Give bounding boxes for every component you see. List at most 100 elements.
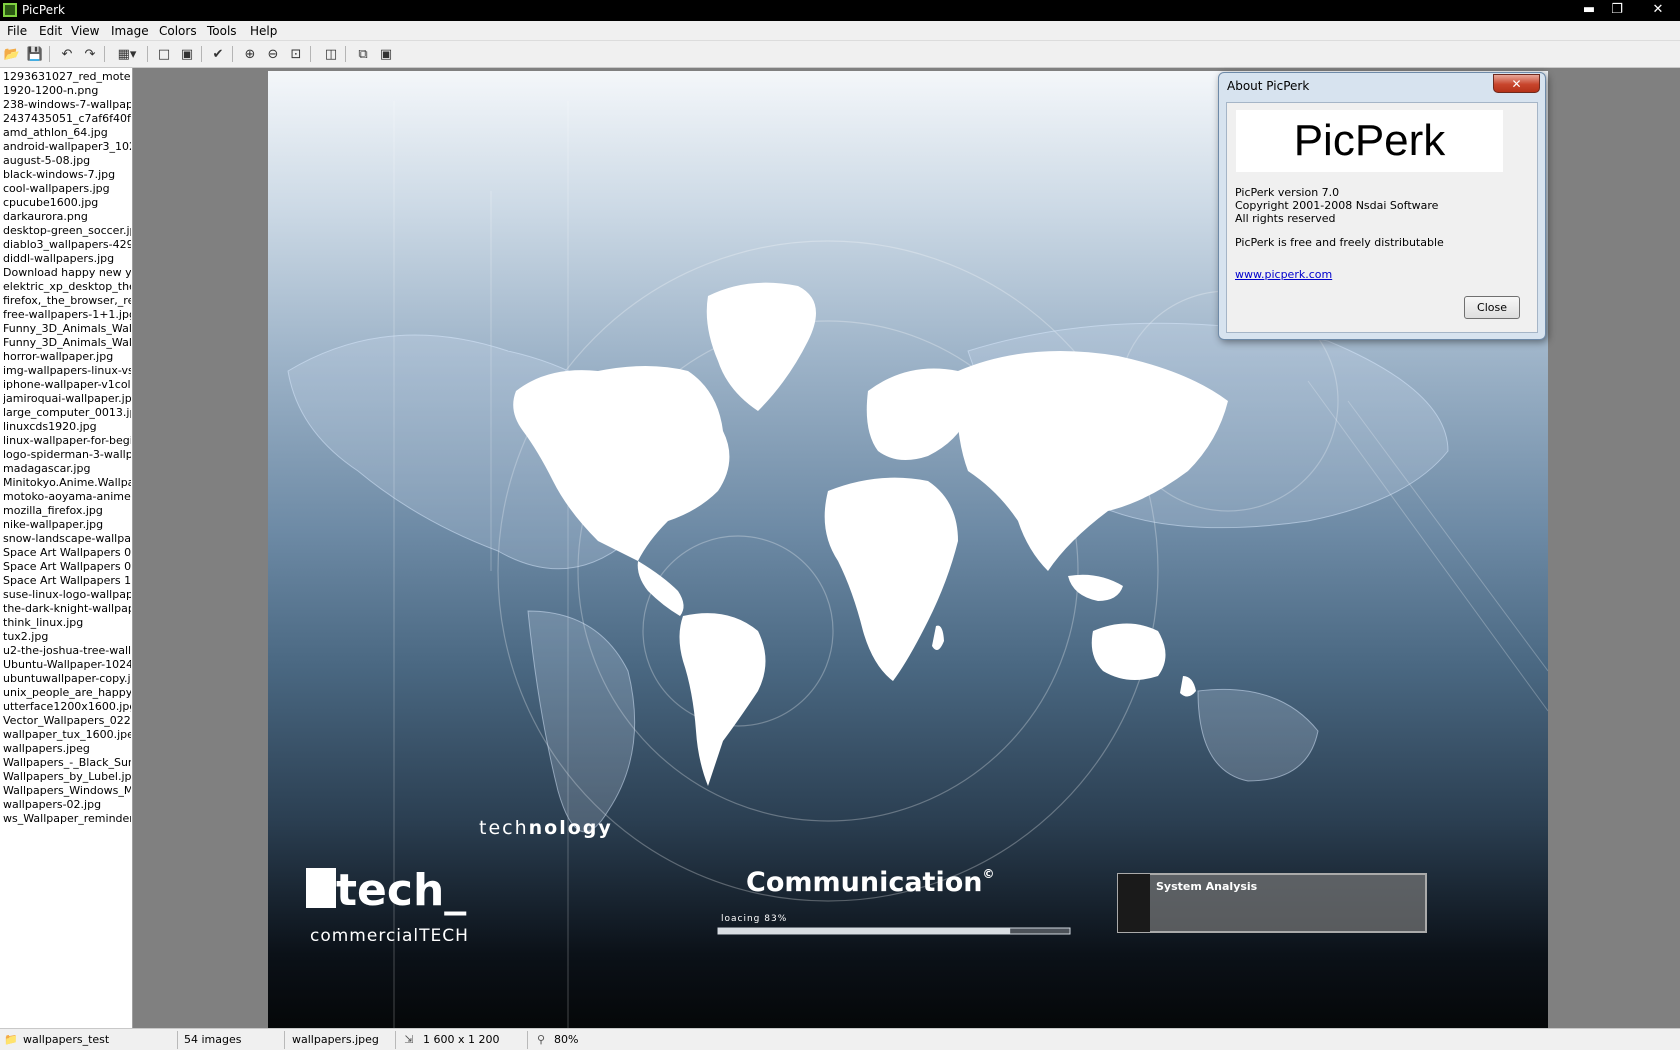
file-list-item[interactable]: Minitokyo.Anime.Wallpape [3, 476, 131, 490]
window-title: PicPerk [22, 3, 65, 17]
file-list-item[interactable]: jamiroquai-wallpaper.jpg [3, 392, 131, 406]
file-list-item[interactable]: nike-wallpaper.jpg [3, 518, 131, 532]
file-list-item[interactable]: Space Art Wallpapers 14.jp [3, 574, 131, 588]
file-list-item[interactable]: motoko-aoyama-anime-wa [3, 490, 131, 504]
file-list-item[interactable]: firefox,_the_browser,_rel [3, 294, 131, 308]
file-list-item[interactable]: suse-linux-logo-wallpaper. [3, 588, 131, 602]
window-cascade-icon[interactable]: ⧉ [354, 45, 372, 63]
file-list-item[interactable]: iphone-wallpaper-v1color-l [3, 378, 131, 392]
zoom-in-icon[interactable]: ⊕ [241, 45, 259, 63]
wallpaper-brand: tech_ [336, 865, 467, 916]
file-list-item[interactable]: Wallpapers_Windows_Mes [3, 784, 131, 798]
toolbar-separator [104, 46, 105, 62]
file-list-item[interactable]: wallpapers.jpeg [3, 742, 131, 756]
menu-colors[interactable]: Colors [159, 24, 197, 38]
file-list-item[interactable]: android-wallpaper3_1024x [3, 140, 131, 154]
file-list-item[interactable]: 2437435051_c7af6f40f7_ [3, 112, 131, 126]
dialog-close-button[interactable]: Close [1464, 296, 1520, 319]
menu-tools[interactable]: Tools [207, 24, 237, 38]
about-dialog: About PicPerk ✕ PicPerk PicPerk version … [1218, 72, 1546, 340]
file-list-item[interactable]: 1293631027_red_motegi_ [3, 70, 131, 84]
file-list-item[interactable]: large_computer_0013.jpg [3, 406, 131, 420]
zoom-out-icon[interactable]: ⊖ [264, 45, 282, 63]
file-list-item[interactable]: darkaurora.png [3, 210, 131, 224]
file-list-item[interactable]: utterface1200x1600.jpg [3, 700, 131, 714]
view-mode-dropdown-icon[interactable]: ▦▾ [114, 45, 140, 63]
dialog-close-x-button[interactable]: ✕ [1493, 74, 1540, 93]
fullscreen-icon[interactable]: ▣ [178, 45, 196, 63]
file-list-item[interactable]: u2-the-joshua-tree-wallpa [3, 644, 131, 658]
file-list-item[interactable]: the-dark-knight-wallpaper- [3, 602, 131, 616]
status-dimensions: 1 600 x 1 200 [423, 1033, 500, 1046]
file-list-item[interactable]: desktop-green_soccer.jpg [3, 224, 131, 238]
file-list-item[interactable]: unix_people_are_happy.jp [3, 686, 131, 700]
file-list-item[interactable]: free-wallpapers-1+1.jpg [3, 308, 131, 322]
close-window-button[interactable]: ✕ [1640, 1, 1676, 19]
file-list-item[interactable]: august-5-08.jpg [3, 154, 131, 168]
file-list-item[interactable]: amd_athlon_64.jpg [3, 126, 131, 140]
file-list-item[interactable]: Funny_3D_Animals_Wallpa [3, 336, 131, 350]
file-list-item[interactable]: cool-wallpapers.jpg [3, 182, 131, 196]
file-list-item[interactable]: Ubuntu-Wallpaper-1024x7 [3, 658, 131, 672]
menu-edit[interactable]: Edit [39, 24, 62, 38]
folder-icon: 📁 [4, 1033, 18, 1046]
menu-file[interactable]: File [7, 24, 27, 38]
file-list-item[interactable]: 1920-1200-n.png [3, 84, 131, 98]
minimize-button[interactable]: ▬ [1576, 1, 1602, 19]
file-list-item[interactable]: wallpaper_tux_1600.jpeg [3, 728, 131, 742]
wallpaper-brand-sub: commercialTECH [310, 926, 469, 946]
file-list-item[interactable]: logo-spiderman-3-wallpape [3, 448, 131, 462]
dialog-rights: All rights reserved [1235, 212, 1336, 225]
menu-view[interactable]: View [71, 24, 99, 38]
file-list-item[interactable]: cpucube1600.jpg [3, 196, 131, 210]
file-list-item[interactable]: diddl-wallpapers.jpg [3, 252, 131, 266]
file-list-item[interactable]: 238-windows-7-wallpaper- [3, 98, 131, 112]
file-list-item[interactable]: wallpapers-02.jpg [3, 798, 131, 812]
dialog-title: About PicPerk [1227, 79, 1310, 93]
file-list-item[interactable]: think_linux.jpg [3, 616, 131, 630]
save-icon[interactable]: 💾 [26, 45, 44, 63]
status-separator [527, 1031, 528, 1049]
file-list-item[interactable]: Funny_3D_Animals_Wallpa [3, 322, 131, 336]
file-list-item[interactable]: ws_Wallpaper_reminder_1 [3, 812, 131, 826]
dialog-copyright: Copyright 2001-2008 Nsdai Software [1235, 199, 1439, 212]
dialog-free-text: PicPerk is free and freely distributable [1235, 236, 1444, 249]
restore-button[interactable]: ❐ [1604, 1, 1630, 19]
check-select-icon[interactable]: ✔ [209, 45, 227, 63]
file-list-item[interactable]: Space Art Wallpapers 00.jp [3, 546, 131, 560]
undo-icon[interactable]: ↶ [58, 45, 76, 63]
file-list-item[interactable]: diablo3_wallpapers-42982 [3, 238, 131, 252]
toolbar-separator [345, 46, 346, 62]
file-list-item[interactable]: Wallpapers_-_Black_Sunda [3, 756, 131, 770]
status-separator [395, 1031, 396, 1049]
file-list-item[interactable]: elektric_xp_desktop_them [3, 280, 131, 294]
file-list-item[interactable]: ubuntuwallpaper-copy.jpg [3, 672, 131, 686]
menu-image[interactable]: Image [111, 24, 149, 38]
properties-icon[interactable]: ◫ [322, 45, 340, 63]
file-list-item[interactable]: madagascar.jpg [3, 462, 131, 476]
file-list-item[interactable]: Download happy new year [3, 266, 131, 280]
redo-icon[interactable]: ↷ [81, 45, 99, 63]
file-list-item[interactable]: snow-landscape-wallpaper [3, 532, 131, 546]
toolbar-separator [49, 46, 50, 62]
select-rectangle-icon[interactable]: □ [155, 45, 173, 63]
file-list-item[interactable]: linux-wallpaper-for-beginn [3, 434, 131, 448]
file-list[interactable]: 1293631027_red_motegi_1920-1200-n.png238… [0, 68, 133, 1028]
file-list-item[interactable]: img-wallpapers-linux-vs-vis [3, 364, 131, 378]
zoom-fit-icon[interactable]: ⊡ [287, 45, 305, 63]
title-bar: PicPerk ▬ ❐ ✕ [0, 0, 1680, 21]
file-list-item[interactable]: linuxcds1920.jpg [3, 420, 131, 434]
stop-icon[interactable]: ▣ [377, 45, 395, 63]
file-list-item[interactable]: tux2.jpg [3, 630, 131, 644]
dialog-website-link[interactable]: www.picperk.com [1235, 268, 1332, 281]
file-list-item[interactable]: mozilla_firefox.jpg [3, 504, 131, 518]
app-icon [3, 3, 17, 17]
file-list-item[interactable]: Wallpapers_by_Lubel.jpg [3, 770, 131, 784]
file-list-item[interactable]: Vector_Wallpapers_022.jp [3, 714, 131, 728]
menu-help[interactable]: Help [250, 24, 277, 38]
file-list-item[interactable]: Space Art Wallpapers 02.jp [3, 560, 131, 574]
file-list-item[interactable]: horror-wallpaper.jpg [3, 350, 131, 364]
file-list-item[interactable]: black-windows-7.jpg [3, 168, 131, 182]
status-image-count: 54 images [184, 1033, 242, 1046]
open-icon[interactable]: 📂 [3, 45, 21, 63]
